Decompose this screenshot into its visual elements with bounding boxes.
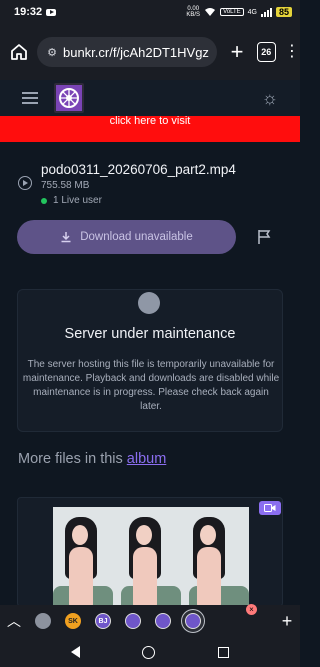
live-users: 1 Live user: [41, 195, 102, 206]
tab-favicon-grey[interactable]: [35, 613, 51, 629]
address-bar[interactable]: ⚙ bunkr.cr/f/jcAh2DT1HVgz: [37, 37, 218, 67]
home-button[interactable]: [6, 39, 31, 65]
maintenance-message: The server hosting this file is temporar…: [22, 359, 280, 412]
home-icon: [10, 44, 27, 60]
home-nav-icon[interactable]: [142, 645, 156, 659]
more-files-prefix: More files in this: [18, 451, 123, 467]
net-speed-unit: KB/S: [186, 12, 201, 18]
ad-banner-text: click here to visit: [109, 116, 191, 127]
volte-badge: VoLTE: [220, 8, 244, 16]
site-header: ☼: [0, 80, 300, 116]
status-time: 19:32: [14, 6, 43, 18]
tab-favicon-bj[interactable]: BJ: [95, 613, 111, 629]
battery-level: 85: [275, 7, 292, 17]
collapse-tabs-chevron-icon[interactable]: ︿: [0, 611, 28, 631]
site-settings-icon[interactable]: ⚙: [47, 46, 57, 59]
back-icon[interactable]: [71, 646, 81, 658]
menu-button[interactable]: ⋮: [284, 44, 300, 60]
download-button[interactable]: Download unavailable: [17, 220, 236, 254]
album-link[interactable]: album: [127, 451, 167, 467]
thumb-figure: [61, 517, 101, 606]
video-badge-icon: [259, 501, 281, 515]
thumb-figure: [189, 517, 229, 606]
hamburger-menu-icon[interactable]: [22, 89, 38, 107]
report-flag-icon[interactable]: [257, 229, 271, 245]
maintenance-card: Server under maintenance The server host…: [17, 289, 283, 432]
thumb-figure: [125, 517, 165, 606]
video-thumbnail[interactable]: [53, 507, 249, 606]
tab-favicon-active[interactable]: [185, 613, 201, 629]
tab-switcher-button[interactable]: 26: [256, 42, 276, 62]
live-dot-icon: [41, 197, 47, 204]
status-bar: 19:32 0.00 KB/S VoLTE 4G 85: [0, 0, 300, 24]
network-type: 4G: [247, 8, 257, 16]
net-speed: 0.00 KB/S: [186, 6, 200, 18]
status-icons: 0.00 KB/S VoLTE 4G 85: [186, 6, 292, 18]
download-label: Download unavailable: [80, 231, 193, 243]
theme-toggle-sun-icon[interactable]: ☼: [262, 88, 279, 109]
live-users-text: 1 Live user: [53, 195, 102, 206]
more-files-heading: More files in this album: [18, 451, 166, 467]
browser-toolbar: ⚙ bunkr.cr/f/jcAh2DT1HVgz + 26 ⋮: [0, 24, 300, 80]
site-logo[interactable]: [54, 83, 84, 113]
system-nav-bar: [0, 637, 300, 667]
youtube-notification-icon: [46, 8, 57, 16]
close-tab-icon[interactable]: ×: [246, 604, 257, 615]
tab-favicon-purple[interactable]: [125, 613, 141, 629]
tab-favicon-sk[interactable]: SK: [65, 613, 81, 629]
url-text: bunkr.cr/f/jcAh2DT1HVgz: [62, 44, 209, 60]
recents-icon[interactable]: [217, 646, 229, 658]
album-file-card[interactable]: [17, 497, 283, 607]
download-icon: [61, 232, 71, 243]
wheel-logo-icon: [59, 88, 79, 108]
signal-bars-icon: [260, 7, 272, 17]
file-size: 755.58 MB: [41, 180, 90, 191]
play-circle-icon: [18, 176, 32, 190]
file-name: podo0311_20260706_part2.mp4: [41, 162, 236, 177]
new-tab-button[interactable]: +: [225, 39, 248, 65]
wifi-icon: [205, 8, 216, 16]
maintenance-title: Server under maintenance: [64, 326, 236, 342]
tab-favicon-purple[interactable]: [155, 613, 171, 629]
ad-banner[interactable]: click here to visit: [0, 116, 300, 142]
tab-strip-new-tab-button[interactable]: +: [274, 611, 300, 632]
loading-spinner-icon: [138, 292, 160, 314]
